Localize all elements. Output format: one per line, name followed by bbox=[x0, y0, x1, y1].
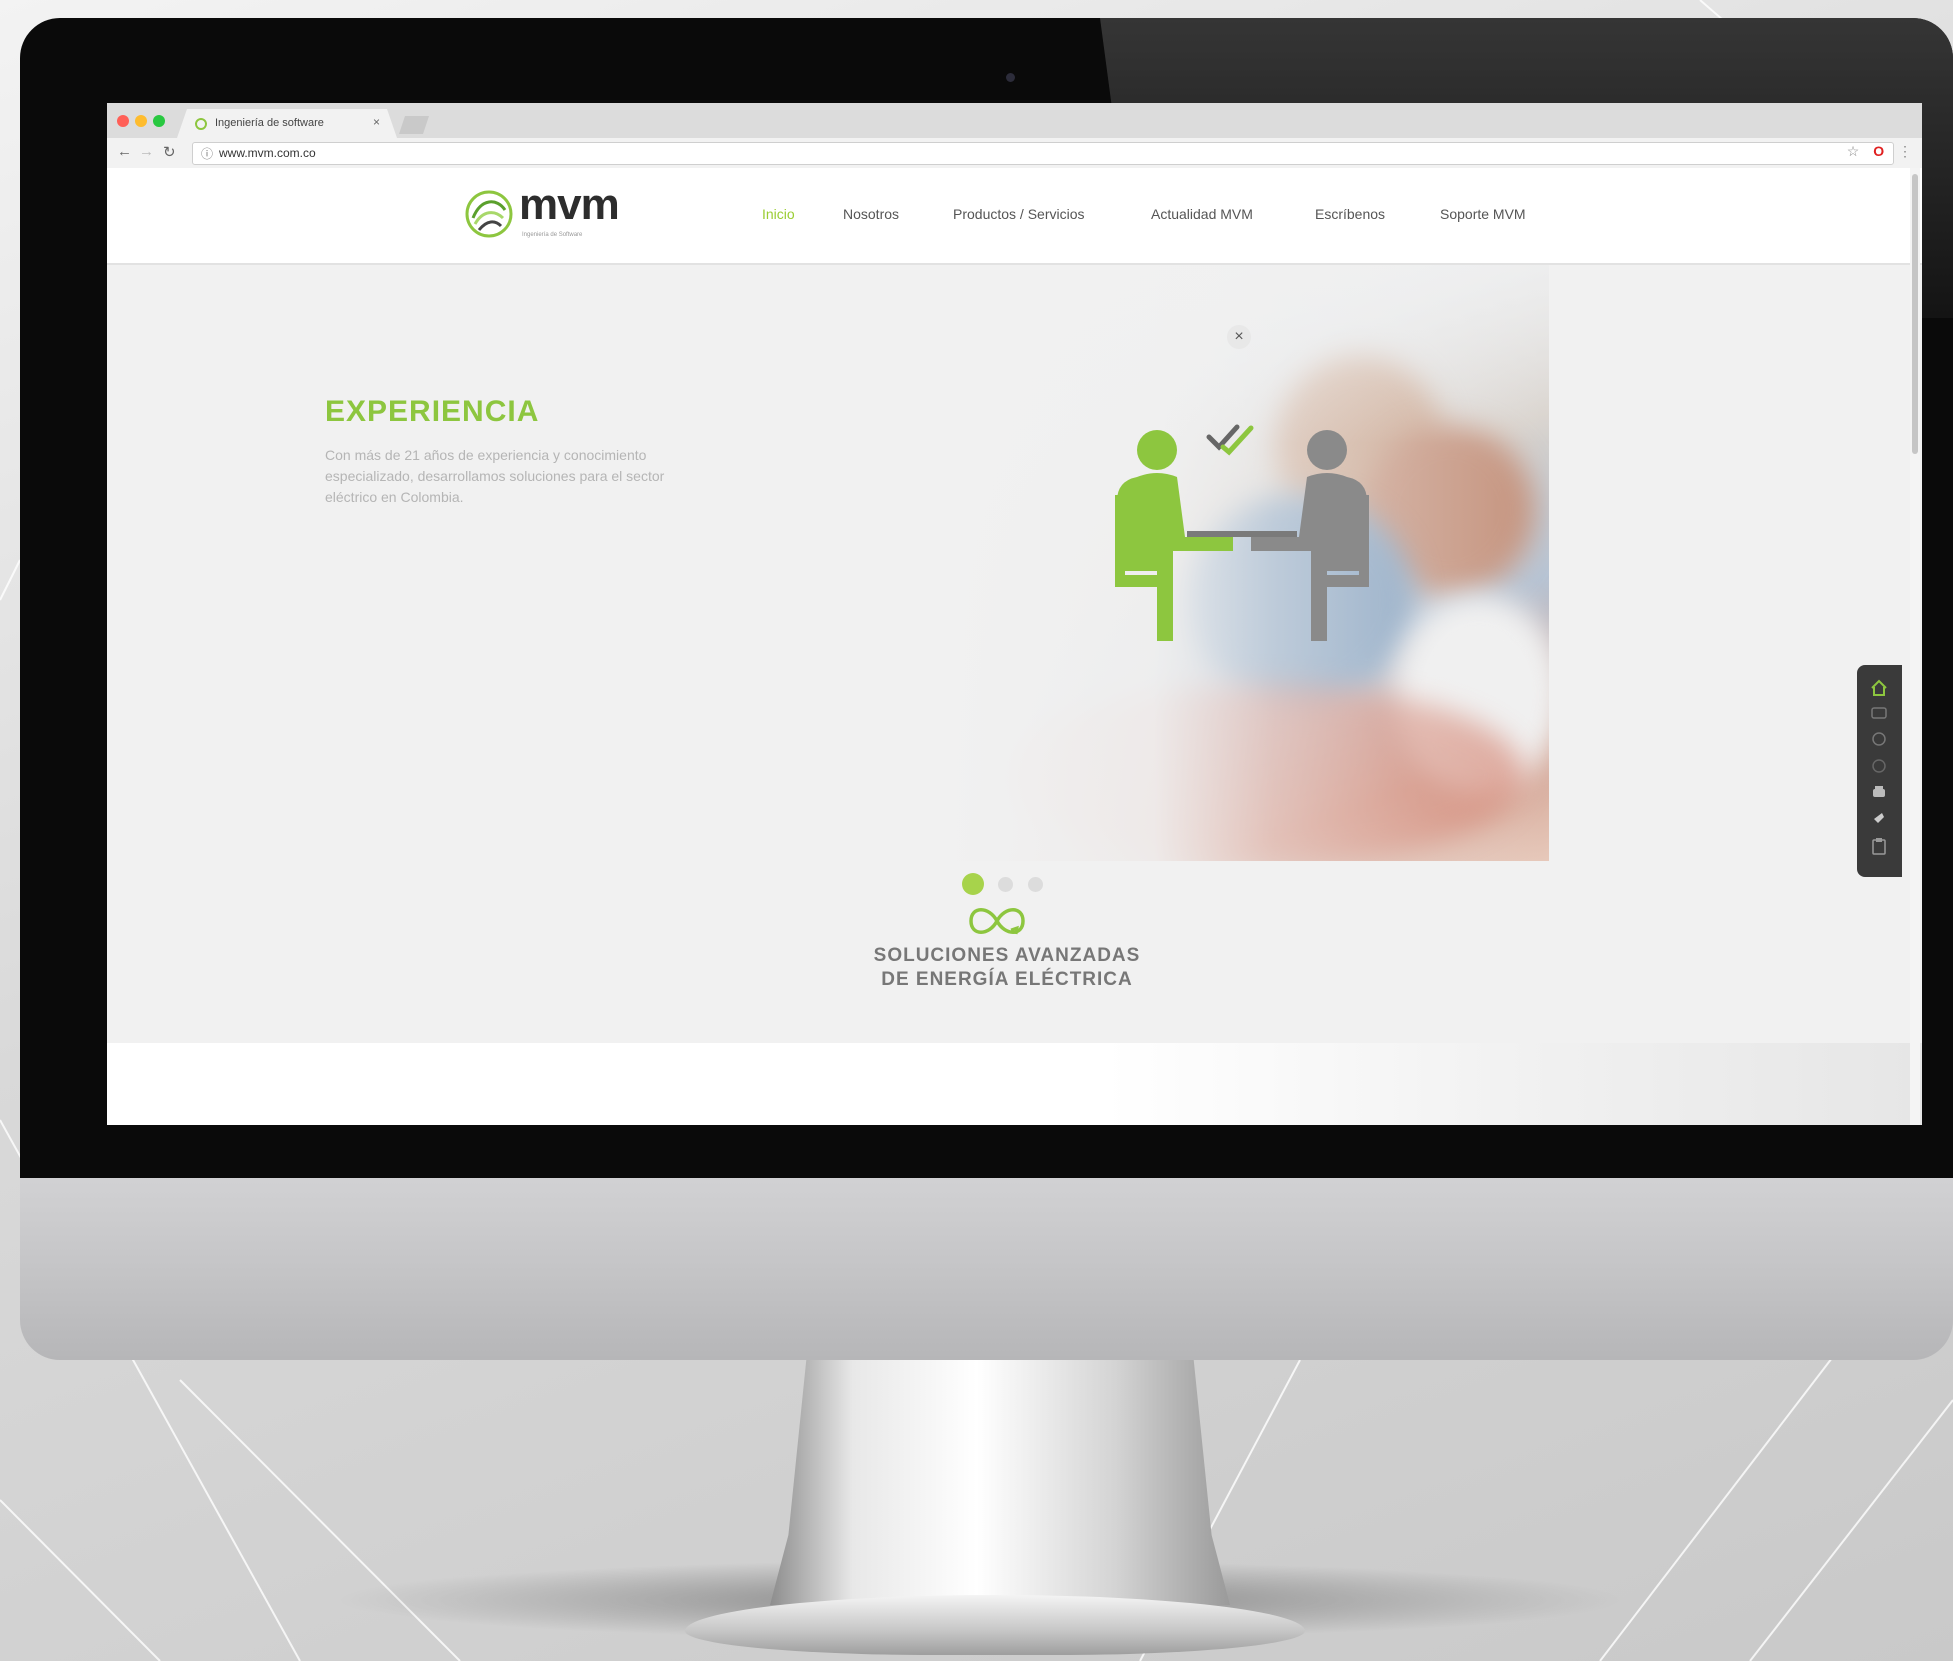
opera-icon[interactable]: O bbox=[1873, 143, 1884, 159]
nav-escribenos[interactable]: Escríbenos bbox=[1315, 206, 1385, 222]
slide-dot-1[interactable] bbox=[962, 873, 984, 895]
hero-title: EXPERIENCIA bbox=[325, 395, 540, 428]
new-tab-button[interactable] bbox=[399, 116, 429, 134]
screen: Ingeniería de software × ← → ↻ ⓘ www.mvm… bbox=[107, 103, 1922, 1125]
maximize-window-icon[interactable] bbox=[153, 115, 165, 127]
tab-close-icon[interactable]: × bbox=[373, 115, 380, 129]
scrollbar-thumb[interactable] bbox=[1912, 174, 1918, 454]
scrollbar[interactable] bbox=[1910, 168, 1920, 1125]
slide-dot-3[interactable] bbox=[1028, 877, 1043, 892]
slide-dot-2[interactable] bbox=[998, 877, 1013, 892]
nav-nosotros[interactable]: Nosotros bbox=[843, 206, 899, 222]
mvm-logo-icon[interactable] bbox=[463, 188, 515, 240]
browser-tab-bar: Ingeniería de software × bbox=[107, 103, 1922, 138]
minimize-window-icon[interactable] bbox=[135, 115, 147, 127]
site-header: mvm Ingeniería de Software Inicio Nosotr… bbox=[107, 168, 1922, 265]
home-icon[interactable] bbox=[1870, 679, 1888, 697]
browser-tab[interactable]: Ingeniería de software × bbox=[177, 109, 397, 138]
phone-icon[interactable] bbox=[1870, 783, 1888, 801]
address-bar: ← → ↻ ⓘ www.mvm.com.co ☆ O ⋮ bbox=[107, 138, 1922, 169]
forward-icon[interactable]: → bbox=[139, 143, 154, 160]
slider-pagination bbox=[962, 873, 1082, 897]
brand-line-2: DE ENERGÍA ELÉCTRICA bbox=[881, 969, 1133, 990]
contact-sidebar bbox=[1857, 665, 1902, 877]
hand-icon[interactable] bbox=[1870, 809, 1888, 827]
camera-icon bbox=[1006, 73, 1015, 82]
logo-text[interactable]: mvm bbox=[519, 180, 620, 230]
nav-actualidad-mvm[interactable]: Actualidad MVM bbox=[1151, 206, 1253, 222]
hero-text: Con más de 21 años de experiencia y cono… bbox=[325, 447, 665, 505]
close-window-icon[interactable] bbox=[117, 115, 129, 127]
monitor-stand bbox=[770, 1355, 1230, 1605]
back-icon[interactable]: ← bbox=[117, 143, 132, 160]
info-icon[interactable]: ⓘ bbox=[201, 145, 213, 162]
chat-bubble-icon[interactable] bbox=[1870, 731, 1888, 749]
chat-icon-2[interactable] bbox=[1870, 757, 1888, 775]
brand-line-1: SOLUCIONES AVANZADAS bbox=[873, 945, 1141, 966]
close-icon[interactable]: × bbox=[1227, 325, 1251, 349]
monitor-chin bbox=[20, 1160, 1953, 1360]
logo-tagline: Ingeniería de Software bbox=[522, 232, 583, 238]
bookmark-star-icon[interactable]: ☆ bbox=[1847, 143, 1860, 159]
clipboard-icon[interactable] bbox=[1870, 837, 1888, 855]
hero-slider: EXPERIENCIA Con más de 21 años de experi… bbox=[107, 265, 1922, 1043]
favicon-icon bbox=[195, 118, 207, 130]
url-input[interactable]: ⓘ www.mvm.com.co bbox=[192, 142, 1894, 165]
chat-icon[interactable] bbox=[1870, 705, 1888, 723]
infinity-logo-icon bbox=[969, 908, 1025, 935]
menu-icon[interactable]: ⋮ bbox=[1898, 143, 1912, 159]
url-text: www.mvm.com.co bbox=[219, 146, 316, 160]
nav-inicio[interactable]: Inicio bbox=[762, 206, 795, 222]
tab-title: Ingeniería de software bbox=[215, 117, 324, 129]
monitor-bezel: Ingeniería de software × ← → ↻ ⓘ www.mvm… bbox=[20, 18, 1953, 1178]
browser-actions: ☆ O ⋮ bbox=[1837, 143, 1912, 160]
nav-soporte-mvm[interactable]: Soporte MVM bbox=[1440, 206, 1526, 222]
meeting-illustration-icon bbox=[1115, 424, 1369, 641]
reload-icon[interactable]: ↻ bbox=[163, 143, 176, 161]
nav-productos-servicios[interactable]: Productos / Servicios bbox=[953, 206, 1085, 222]
next-section bbox=[107, 1043, 1922, 1125]
